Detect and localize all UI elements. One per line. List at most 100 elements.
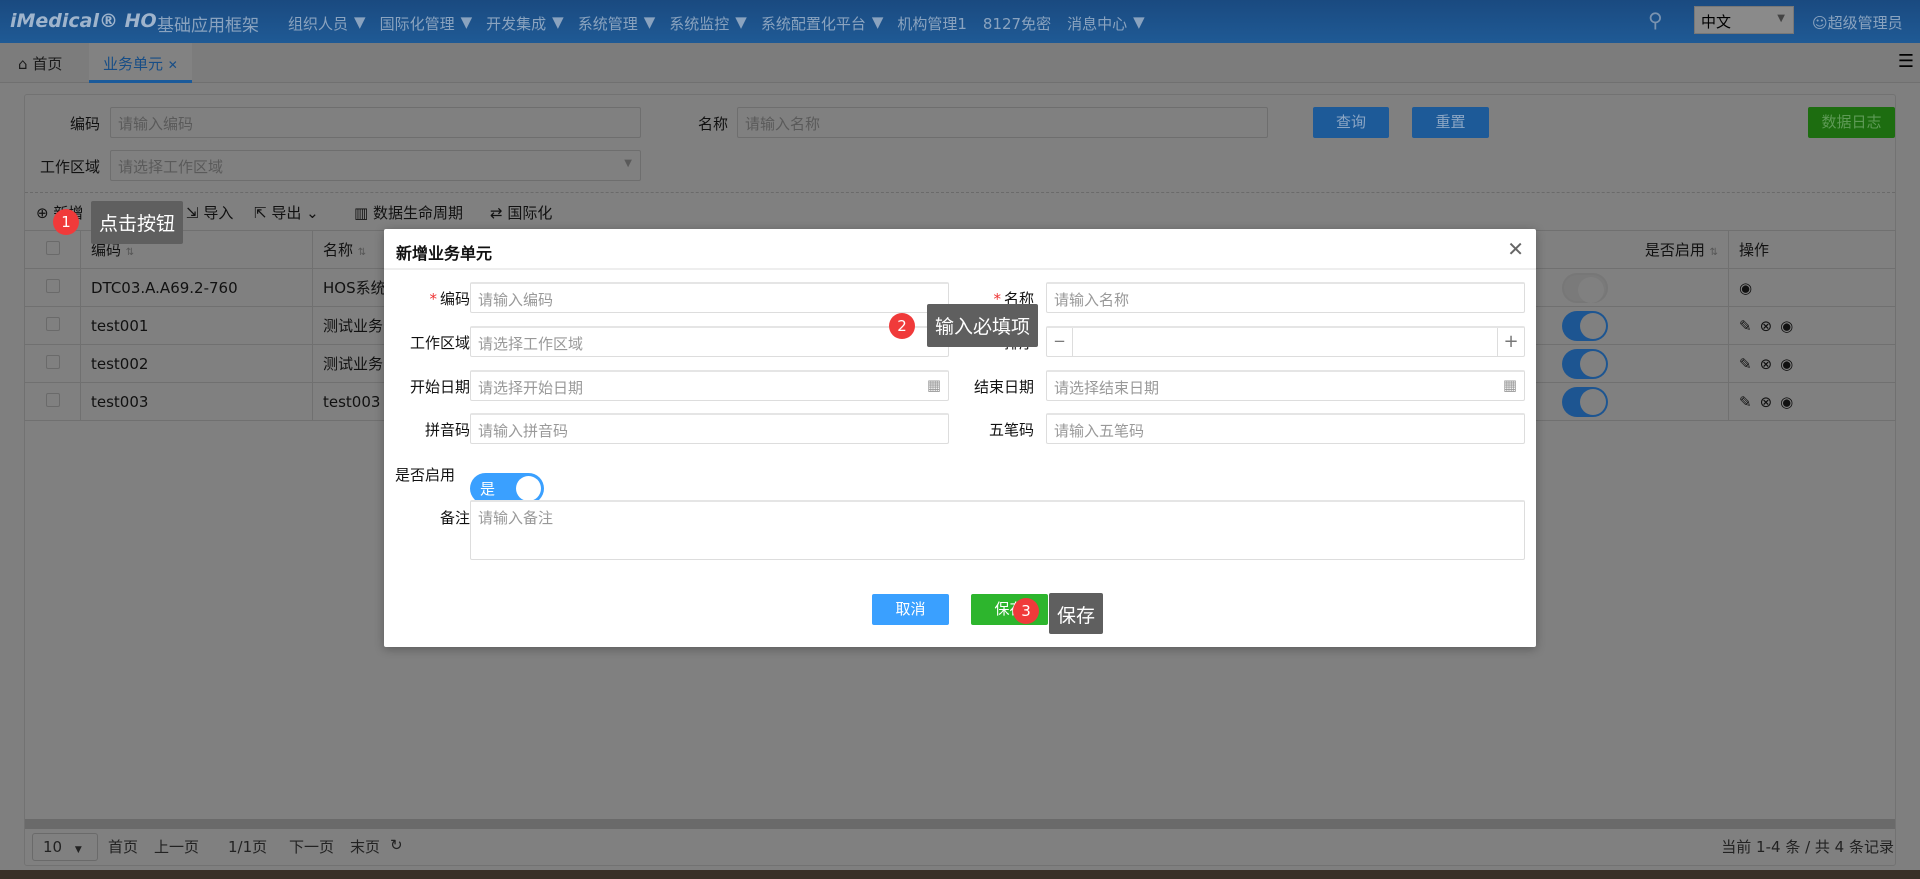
refresh-icon[interactable]: ↻ bbox=[390, 836, 403, 854]
enabled-toggle[interactable] bbox=[1562, 272, 1608, 303]
col-enabled-label: 是否启用 bbox=[1644, 241, 1705, 259]
search-icon[interactable]: ⚲ bbox=[1648, 8, 1663, 32]
menu-item[interactable]: 机构管理1 bbox=[897, 13, 967, 34]
data-log-button[interactable]: 数据日志 bbox=[1808, 107, 1895, 138]
view-icon[interactable]: ◉ bbox=[1780, 393, 1793, 411]
sort-stepper[interactable]: − + bbox=[1046, 326, 1525, 357]
cell-code: test003 bbox=[80, 382, 313, 421]
view-icon[interactable]: ◉ bbox=[1739, 279, 1752, 297]
menu-item[interactable]: 系统配置化平台 bbox=[761, 13, 866, 34]
step-badge-1: 1 bbox=[53, 209, 79, 235]
view-icon[interactable]: ◉ bbox=[1780, 317, 1793, 335]
code-label: 编码 bbox=[69, 115, 100, 133]
i18n-button[interactable]: ⇄ 国际化 bbox=[490, 202, 552, 223]
end-date-placeholder: 请选择结束日期 bbox=[1054, 379, 1160, 397]
tab-home-label: 首页 bbox=[32, 55, 63, 73]
calendar-icon: ▦ bbox=[1502, 376, 1517, 394]
row-checkbox[interactable] bbox=[24, 344, 81, 383]
row-checkbox[interactable] bbox=[24, 268, 81, 307]
delete-icon[interactable]: ⊗ bbox=[1760, 317, 1773, 335]
area-search-select[interactable]: 请选择工作区域 ▼ bbox=[110, 150, 641, 181]
import-icon: ⇲ bbox=[186, 204, 199, 222]
edit-icon[interactable]: ✎ bbox=[1739, 355, 1752, 373]
pinyin-input[interactable]: 请输入拼音码 bbox=[470, 413, 949, 444]
name-label: 名称 bbox=[697, 115, 728, 133]
code-search-input[interactable]: 请输入编码 bbox=[110, 107, 641, 138]
next-page-link[interactable]: 下一页 bbox=[289, 836, 334, 857]
logo: iMedical® HO bbox=[10, 10, 157, 32]
enabled-toggle[interactable] bbox=[1562, 310, 1608, 341]
horizontal-scrollbar[interactable] bbox=[25, 819, 1895, 829]
delete-icon[interactable]: ⊗ bbox=[1760, 355, 1773, 373]
app-name: 基础应用框架 bbox=[157, 16, 259, 36]
start-date-label: 开始日期 bbox=[409, 378, 470, 396]
prev-page-link[interactable]: 上一页 bbox=[154, 836, 199, 857]
name-input[interactable]: 请输入名称 bbox=[1046, 282, 1525, 313]
user-icon: ☺ bbox=[1812, 14, 1828, 32]
area-select[interactable]: 请选择工作区域▼ bbox=[470, 326, 949, 357]
language-select[interactable]: 中文 ▼ bbox=[1694, 6, 1794, 34]
sort-icon: ⇅ bbox=[1709, 247, 1718, 258]
first-page-link[interactable]: 首页 bbox=[108, 836, 138, 857]
step-badge-3: 3 bbox=[1013, 598, 1039, 624]
menu-item[interactable]: 系统监控 bbox=[669, 13, 729, 34]
step-badge-2: 2 bbox=[889, 313, 915, 339]
export-button[interactable]: ⇱ 导出 ⌄ bbox=[254, 202, 319, 223]
chevron-down-icon: ▼ bbox=[1777, 13, 1785, 24]
end-date-input[interactable]: 请选择结束日期 ▦ bbox=[1046, 370, 1525, 401]
edit-icon[interactable]: ✎ bbox=[1739, 393, 1752, 411]
select-all-checkbox[interactable] bbox=[24, 230, 81, 269]
start-date-input[interactable]: 请选择开始日期 ▦ bbox=[470, 370, 949, 401]
delete-icon[interactable]: ⊗ bbox=[1760, 393, 1773, 411]
name-search-input[interactable]: 请输入名称 bbox=[737, 107, 1268, 138]
remark-label: 备注 bbox=[439, 509, 470, 527]
menu-item[interactable]: 组织人员 bbox=[288, 13, 348, 34]
export-label: 导出 bbox=[271, 204, 302, 222]
tab-business-unit[interactable]: 业务单元 ✕ bbox=[89, 43, 192, 83]
chevron-down-icon: ▼ bbox=[624, 158, 632, 169]
tab-bar: ⌂ 首页 业务单元 ✕ ☰ bbox=[0, 43, 1920, 83]
view-icon[interactable]: ◉ bbox=[1780, 355, 1793, 373]
menu-item[interactable]: 国际化管理 bbox=[380, 13, 455, 34]
enabled-toggle[interactable] bbox=[1562, 386, 1608, 417]
cell-code: test002 bbox=[80, 344, 313, 383]
code-input[interactable]: 请输入编码 bbox=[470, 282, 949, 313]
edit-icon[interactable]: ✎ bbox=[1739, 317, 1752, 335]
pinyin-label: 拼音码 bbox=[424, 421, 470, 439]
decrement-button[interactable]: − bbox=[1047, 328, 1073, 356]
row-checkbox[interactable] bbox=[24, 382, 81, 421]
tab-home[interactable]: ⌂ 首页 bbox=[4, 43, 76, 83]
query-button[interactable]: 查询 bbox=[1313, 107, 1389, 138]
lifecycle-button[interactable]: ▥ 数据生命周期 bbox=[354, 202, 463, 223]
close-icon[interactable]: ✕ bbox=[1507, 237, 1524, 261]
lifecycle-label: 数据生命周期 bbox=[372, 204, 463, 222]
import-button[interactable]: ⇲ 导入 bbox=[186, 202, 233, 223]
cancel-button[interactable]: 取消 bbox=[872, 594, 949, 625]
language-value: 中文 bbox=[1701, 13, 1732, 31]
remark-textarea[interactable]: 请输入备注 bbox=[470, 500, 1525, 560]
code-field-label: * 编码 bbox=[429, 290, 470, 308]
wubi-input[interactable]: 请输入五笔码 bbox=[1046, 413, 1525, 444]
menu-item[interactable]: 系统管理 bbox=[578, 13, 638, 34]
taskbar bbox=[0, 870, 1920, 879]
user-menu[interactable]: ☺超级管理员 bbox=[1812, 12, 1903, 33]
row-checkbox[interactable] bbox=[24, 306, 81, 345]
cell-code: test001 bbox=[80, 306, 313, 345]
menu-item[interactable]: 开发集成 bbox=[486, 13, 546, 34]
cell-actions: ✎ ⊗ ◉ bbox=[1728, 344, 1896, 383]
close-tab-icon[interactable]: ✕ bbox=[168, 58, 178, 72]
enabled-toggle[interactable] bbox=[1562, 348, 1608, 379]
step-callout-3: 保存 bbox=[1049, 593, 1104, 634]
caret-down-icon: ▼ bbox=[460, 13, 473, 31]
menu-item[interactable]: 消息中心 bbox=[1067, 13, 1127, 34]
last-page-link[interactable]: 末页 bbox=[350, 836, 380, 857]
export-icon: ⇱ bbox=[254, 204, 267, 222]
col-actions: 操作 bbox=[1728, 230, 1896, 269]
reset-button[interactable]: 重置 bbox=[1412, 107, 1489, 138]
caret-down-icon: ▼ bbox=[1133, 13, 1145, 31]
page-size-select[interactable]: 10 ▼ bbox=[32, 833, 98, 861]
menu-icon[interactable]: ☰ bbox=[1898, 51, 1914, 72]
increment-button[interactable]: + bbox=[1497, 328, 1524, 356]
menu-item[interactable]: 8127免密 bbox=[983, 13, 1051, 34]
enabled-toggle-value: 是 bbox=[480, 480, 496, 498]
